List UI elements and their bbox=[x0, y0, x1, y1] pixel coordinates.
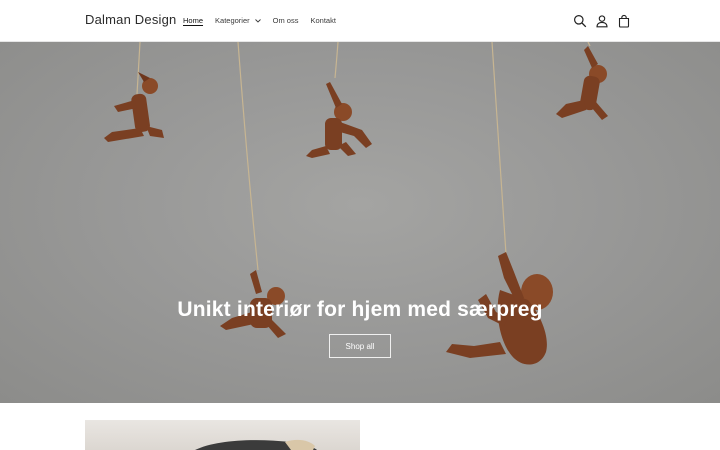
hero-banner: Unikt interiør for hjem med særpreg Shop… bbox=[0, 42, 720, 403]
header-icons bbox=[566, 13, 632, 29]
climber-figure-3 bbox=[556, 46, 608, 120]
account-icon[interactable] bbox=[594, 13, 610, 29]
climbing-ropes bbox=[136, 42, 591, 271]
nav-categories-dropdown[interactable]: Kategorier bbox=[215, 16, 261, 25]
hero-title: Unikt interiør for hjem med særpreg bbox=[177, 298, 543, 321]
shop-all-button[interactable]: Shop all bbox=[329, 334, 391, 358]
climber-figure-2 bbox=[306, 82, 372, 158]
nav-categories-label: Kategorier bbox=[215, 16, 250, 25]
nav-contact-link[interactable]: Kontakt bbox=[310, 16, 335, 25]
nav-about-link[interactable]: Om oss bbox=[273, 16, 299, 25]
product-image bbox=[195, 439, 317, 450]
nav-home-link[interactable]: Home bbox=[183, 16, 203, 25]
cart-icon[interactable] bbox=[616, 13, 632, 29]
search-icon[interactable] bbox=[572, 13, 588, 29]
featured-product-image[interactable] bbox=[85, 420, 360, 450]
featured-section bbox=[0, 403, 720, 450]
site-logo[interactable]: Dalman Design bbox=[85, 12, 176, 27]
main-nav: Home Kategorier Om oss Kontakt bbox=[183, 16, 348, 25]
site-header: Dalman Design Home Kategorier Om oss Kon… bbox=[0, 0, 720, 42]
chevron-down-icon bbox=[254, 16, 261, 25]
climber-figure-1 bbox=[104, 72, 164, 142]
